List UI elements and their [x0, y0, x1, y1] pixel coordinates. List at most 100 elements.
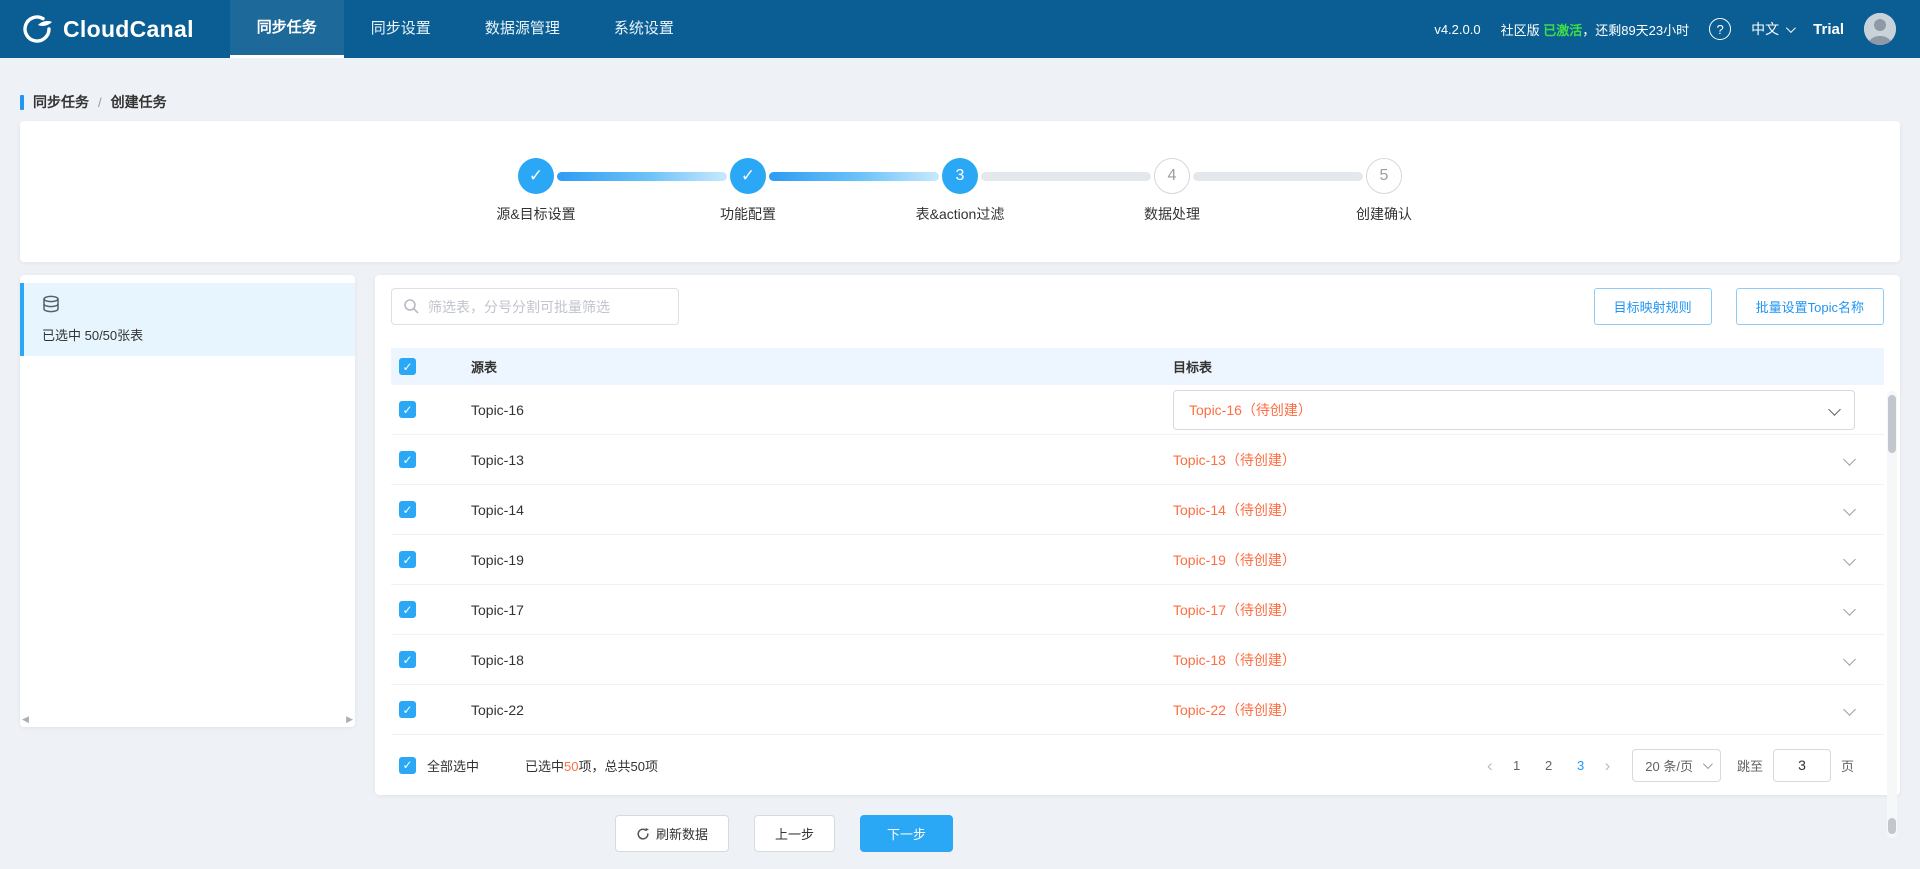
- remaining-time: ，还剩89天23小时: [1582, 22, 1690, 38]
- breadcrumb-accent-bar: [20, 94, 24, 110]
- refresh-data-button[interactable]: 刷新数据: [615, 815, 730, 852]
- step-progress-bar: [1193, 172, 1363, 181]
- row-checkbox[interactable]: [399, 401, 416, 418]
- scroll-left-arrow-icon[interactable]: ◀: [22, 714, 29, 725]
- total-count: 50: [630, 758, 645, 774]
- selected-mid: 项，总共: [578, 758, 631, 774]
- table-header: 源表 目标表: [391, 348, 1884, 385]
- target-cell: Topic-13（待创建）: [1167, 450, 1884, 470]
- page-button-3[interactable]: 3: [1565, 758, 1597, 773]
- step-label: 数据处理: [1144, 206, 1200, 222]
- row-checkbox[interactable]: [399, 451, 416, 468]
- target-topic-select[interactable]: Topic-16（待创建）: [1173, 389, 1855, 430]
- breadcrumb: 同步任务 / 创建任务: [0, 58, 1920, 121]
- chevron-down-icon[interactable]: [1843, 503, 1856, 516]
- target-topic-name: Topic-22（待创建）: [1173, 701, 1296, 718]
- chevron-down-icon[interactable]: [1843, 553, 1856, 566]
- scrollbar-thumb-bottom[interactable]: [1888, 818, 1896, 834]
- source-column-header: 源表: [471, 360, 498, 375]
- step-label: 功能配置: [720, 206, 776, 222]
- source-table-name: Topic-18: [471, 651, 524, 668]
- select-all-label[interactable]: 全部选中: [427, 756, 479, 775]
- row-checkbox[interactable]: [399, 701, 416, 718]
- scrollbar-thumb[interactable]: [1888, 395, 1896, 453]
- page-unit-label: 页: [1840, 758, 1854, 774]
- target-topic-name: Topic-17（待创建）: [1173, 601, 1296, 618]
- table-footer: 全部选中 已选中50项，总共50项 ‹ 1 2 3 › 20 条/页 跳至 页: [391, 746, 1884, 784]
- content-area: 已选中 50/50张表 ◀ ▶ 目标映射规则 批量设置Topic名称 源表 目标…: [20, 275, 1900, 838]
- selected-suffix: 项: [644, 758, 658, 774]
- nav-item-datasource-management[interactable]: 数据源管理: [458, 0, 587, 58]
- chevron-down-icon[interactable]: [1843, 603, 1856, 616]
- target-topic-name: Topic-14（待创建）: [1173, 501, 1296, 518]
- target-cell: Topic-16（待创建）: [1167, 389, 1884, 430]
- step-create-confirm: 5 创建确认: [1356, 158, 1412, 222]
- target-cell: Topic-18（待创建）: [1167, 650, 1884, 670]
- vertical-scrollbar[interactable]: [1887, 391, 1897, 838]
- horizontal-scrollbar[interactable]: ◀ ▶: [22, 713, 353, 725]
- row-checkbox[interactable]: [399, 601, 416, 618]
- step-table-action-filter: 3 表&action过滤: [916, 158, 1004, 222]
- breadcrumb-section[interactable]: 同步任务: [33, 92, 89, 112]
- chevron-down-icon[interactable]: [1843, 703, 1856, 716]
- row-checkbox-cell: [391, 701, 465, 718]
- table-row[interactable]: Topic-17 Topic-17（待创建）: [391, 585, 1884, 635]
- brand-logo[interactable]: CloudCanal: [20, 12, 194, 46]
- target-column-header: 目标表: [1173, 360, 1213, 375]
- select-all-footer-checkbox[interactable]: [399, 756, 416, 774]
- batch-set-topic-name-button[interactable]: 批量设置Topic名称: [1735, 288, 1884, 325]
- navbar-right: v4.2.0.0 社区版 已激活，还剩89天23小时 ? 中文 Trial: [1434, 13, 1896, 45]
- table-mapping-panel: 目标映射规则 批量设置Topic名称 源表 目标表 Topic-16 Topic…: [375, 275, 1900, 838]
- pagination: ‹ 1 2 3 › 20 条/页 跳至 页: [1479, 748, 1854, 782]
- row-checkbox[interactable]: [399, 651, 416, 668]
- page-button-1[interactable]: 1: [1501, 758, 1533, 773]
- next-step-button[interactable]: 下一步: [860, 815, 954, 852]
- prev-page-icon[interactable]: ‹: [1479, 757, 1501, 774]
- source-table-name: Topic-19: [471, 551, 524, 568]
- table-row[interactable]: Topic-13 Topic-13（待创建）: [391, 435, 1884, 485]
- table-row[interactable]: Topic-18 Topic-18（待创建）: [391, 635, 1884, 685]
- table-row[interactable]: Topic-22 Topic-22（待创建）: [391, 685, 1884, 735]
- table-body: Topic-16 Topic-16（待创建） Topic-13 Topic-13…: [391, 385, 1884, 735]
- refresh-icon: [637, 827, 650, 840]
- row-checkbox-cell: [391, 551, 465, 568]
- row-checkbox-cell: [391, 501, 465, 518]
- row-checkbox-cell: [391, 651, 465, 668]
- page-size-select[interactable]: 20 条/页: [1632, 748, 1721, 782]
- chevron-down-icon[interactable]: [1843, 653, 1856, 666]
- jump-page-input[interactable]: [1772, 748, 1831, 782]
- help-icon[interactable]: ?: [1709, 18, 1732, 40]
- target-topic-name: Topic-16（待创建）: [1189, 401, 1312, 418]
- chevron-down-icon: [1828, 403, 1841, 416]
- nav-item-system-settings[interactable]: 系统设置: [587, 0, 701, 58]
- row-checkbox-cell: [391, 601, 465, 618]
- row-checkbox[interactable]: [399, 501, 416, 518]
- target-mapping-rules-button[interactable]: 目标映射规则: [1593, 288, 1712, 325]
- language-selector[interactable]: 中文: [1751, 19, 1797, 39]
- table-row[interactable]: Topic-16 Topic-16（待创建）: [391, 385, 1884, 435]
- previous-step-button[interactable]: 上一步: [754, 815, 836, 852]
- table-row[interactable]: Topic-14 Topic-14（待创建）: [391, 485, 1884, 535]
- breadcrumb-current: 创建任务: [110, 94, 167, 110]
- version-label: v4.2.0.0: [1434, 21, 1481, 37]
- page-button-2[interactable]: 2: [1533, 758, 1565, 773]
- scroll-right-arrow-icon[interactable]: ▶: [346, 714, 353, 725]
- row-checkbox[interactable]: [399, 551, 416, 568]
- nav-item-sync-settings[interactable]: 同步设置: [344, 0, 458, 58]
- chevron-down-icon[interactable]: [1843, 453, 1856, 466]
- nav-item-sync-tasks[interactable]: 同步任务: [229, 0, 344, 58]
- search-icon: [404, 299, 419, 314]
- next-page-icon[interactable]: ›: [1597, 757, 1619, 774]
- selected-tables-summary: 已选中 50/50张表: [42, 328, 144, 343]
- user-avatar[interactable]: [1864, 13, 1896, 45]
- step-label: 创建确认: [1356, 206, 1412, 222]
- step-function-config: ✓ 功能配置: [720, 158, 776, 222]
- table-row[interactable]: Topic-19 Topic-19（待创建）: [391, 535, 1884, 585]
- step-progress-bar: [557, 172, 727, 181]
- filter-tables-input[interactable]: [391, 288, 679, 325]
- source-table-name: Topic-22: [471, 701, 524, 718]
- source-table-name: Topic-13: [471, 451, 524, 468]
- selected-tables-item[interactable]: 已选中 50/50张表: [20, 283, 355, 356]
- target-cell: Topic-17（待创建）: [1167, 600, 1884, 620]
- select-all-checkbox[interactable]: [399, 358, 416, 375]
